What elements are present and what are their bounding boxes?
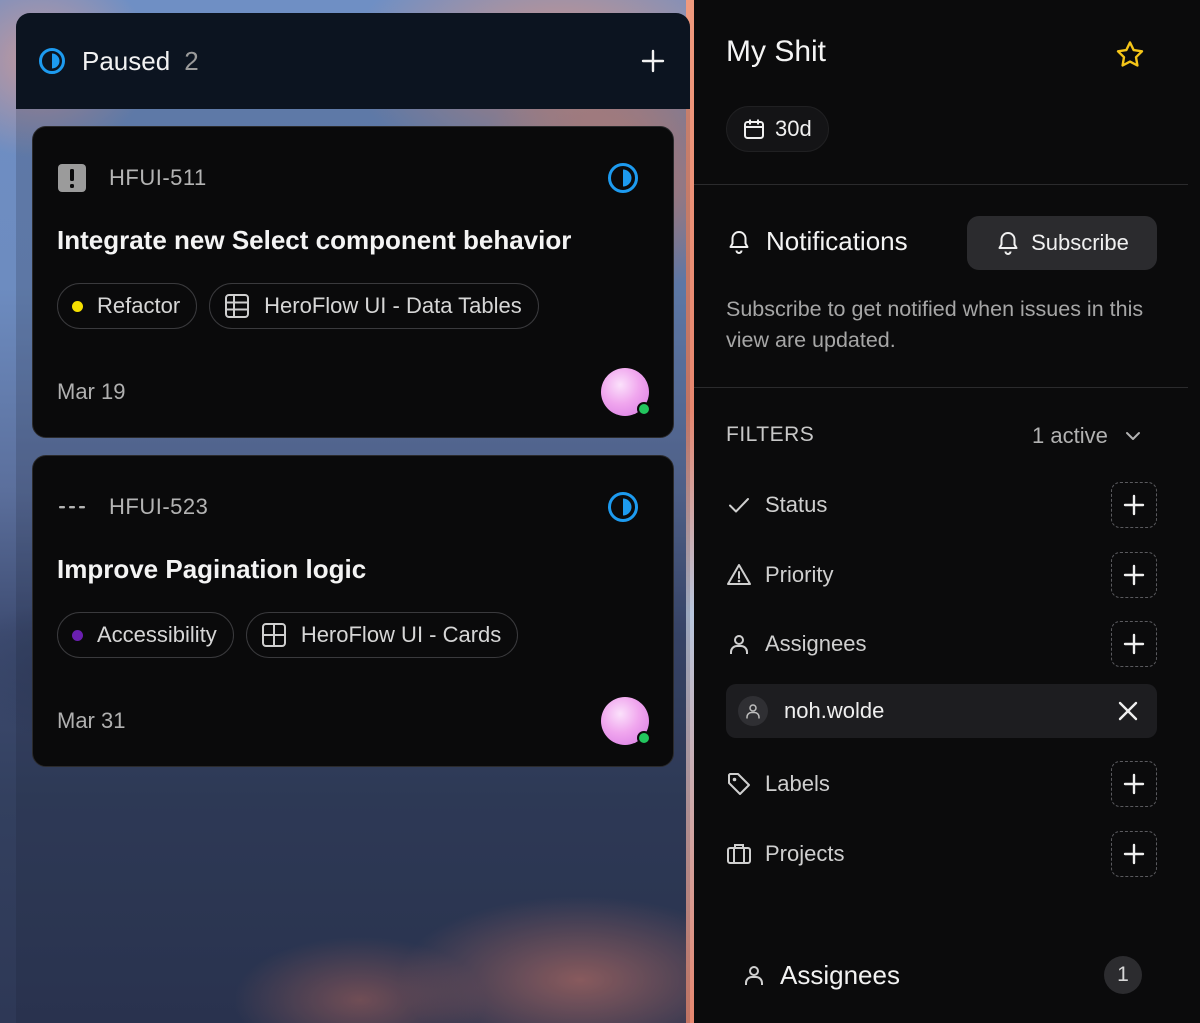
filter-status: Status [726,482,1157,528]
filter-label: Status [765,492,828,517]
filter-labels: Labels [726,761,1157,807]
close-icon [1118,701,1138,721]
issue-id: HFUI-523 [109,494,209,519]
add-status-filter-button[interactable] [1111,482,1157,528]
chevron-down-icon [1125,432,1140,440]
user-icon [726,631,752,657]
label-chip-text: Accessibility [97,622,217,647]
filter-assignees: Assignees [726,621,1157,667]
filter-projects: Projects [726,831,1157,877]
notifications-heading: Notifications [726,226,908,257]
issue-chips: Refactor HeroFlow UI - Data Tables [57,283,539,329]
bell-icon [729,230,749,254]
tag-icon [726,771,752,797]
column-title: Paused [82,45,171,76]
paused-status-icon[interactable] [607,162,639,194]
user-icon [738,696,768,726]
add-priority-filter-button[interactable] [1111,552,1157,598]
remove-assignee-filter-button[interactable] [1113,696,1143,726]
plus-icon [641,49,665,73]
paused-status-icon[interactable] [607,491,639,523]
issue-meta: HFUI-511 [57,163,207,193]
no-priority-icon [59,506,85,509]
plus-icon [1123,843,1145,865]
filter-label: Labels [765,771,830,796]
subscribe-button[interactable]: Subscribe [967,216,1157,270]
filters-heading: FILTERS [726,423,815,446]
calendar-icon [744,119,764,139]
user-icon [745,966,763,985]
label-chip[interactable]: Accessibility [57,612,234,658]
plus-icon [1123,494,1145,516]
notifications-title: Notifications [766,226,908,256]
board-column-paused: Paused 2 HFUI-511 Integrate new Select c… [16,13,690,1023]
assignees-group-count: 1 [1104,956,1142,994]
table-icon [261,623,286,647]
briefcase-icon [726,841,752,867]
date-range-pill[interactable]: 30d [726,106,829,152]
table-icon [225,294,250,318]
project-chip[interactable]: HeroFlow UI - Cards [245,612,519,658]
issue-chips: Accessibility HeroFlow UI - Cards [57,612,519,658]
label-chip[interactable]: Refactor [57,283,198,329]
assignee-avatar[interactable] [601,697,651,745]
add-label-filter-button[interactable] [1111,761,1157,807]
assignee-avatar[interactable] [601,368,651,416]
label-chip-text: Refactor [97,293,181,318]
divider [694,184,1188,185]
label-color-dot [72,300,83,312]
plus-icon [1123,633,1145,655]
divider [694,387,1188,388]
assignees-group-label: Assignees [780,959,900,990]
filter-priority: Priority [726,552,1157,598]
issue-date: Mar 31 [57,708,126,733]
view-details-panel: My Shit 30d Notifications Subscribe Subs… [694,0,1200,1023]
column-count: 2 [184,45,199,76]
issue-title: Improve Pagination logic [57,554,367,584]
check-icon [726,492,752,518]
assignees-group-row[interactable]: Assignees 1 [742,952,1142,998]
warning-icon [726,562,752,588]
urgent-priority-icon [58,164,86,192]
date-range-value: 30d [775,116,812,141]
view-title: My Shit [726,35,827,68]
plus-icon [1123,564,1145,586]
paused-status-icon [39,48,65,74]
star-icon[interactable] [1115,40,1145,70]
add-issue-button[interactable] [638,46,668,76]
label-color-dot [72,629,83,641]
filter-label: Projects [765,841,845,866]
filter-label: Priority [765,562,834,587]
online-indicator [637,402,651,416]
subscribe-label: Subscribe [1031,230,1129,255]
bell-icon [998,232,1018,255]
assignee-filter-value: noh.wolde [784,698,885,723]
issue-date: Mar 19 [57,379,126,404]
issue-meta: HFUI-523 [57,492,208,522]
plus-icon [1123,773,1145,795]
issue-title: Integrate new Select component behavior [57,225,572,255]
issue-id: HFUI-511 [109,165,207,190]
add-assignee-filter-button[interactable] [1111,621,1157,667]
issue-card[interactable]: HFUI-523 Improve Pagination logic Access… [32,455,674,767]
issue-card[interactable]: HFUI-511 Integrate new Select component … [32,126,674,438]
online-indicator [637,731,651,745]
filters-active-count: 1 active [1032,423,1108,448]
filter-label: Assignees [765,631,867,656]
column-header: Paused 2 [16,13,690,109]
assignee-filter-chip: noh.wolde [726,684,1157,738]
add-project-filter-button[interactable] [1111,831,1157,877]
filters-active-toggle[interactable]: 1 active [1032,423,1142,449]
notifications-description: Subscribe to get notified when issues in… [726,297,1144,352]
project-chip[interactable]: HeroFlow UI - Data Tables [209,283,539,329]
project-chip-text: HeroFlow UI - Data Tables [264,293,522,318]
project-chip-text: HeroFlow UI - Cards [300,622,502,647]
